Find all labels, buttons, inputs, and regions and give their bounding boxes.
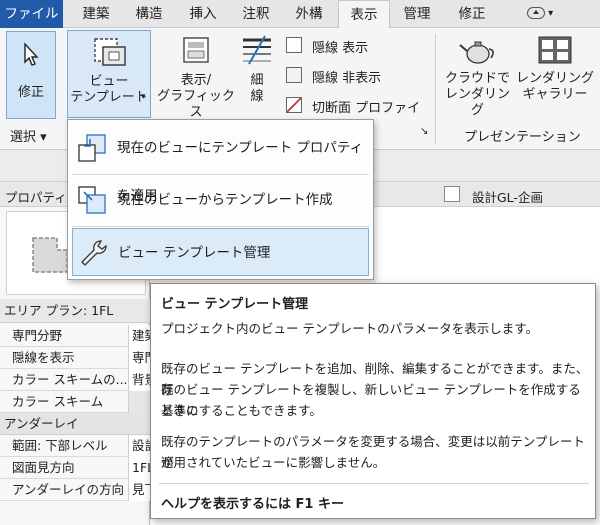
tooltip-paragraph-3-line-2: 適用されていたビューに影響しません。 [161, 455, 386, 470]
hidden-lines-show-icon [286, 37, 302, 53]
view-template-icon [94, 38, 126, 66]
prop-key: 専門分野 [12, 328, 63, 343]
render-gallery-button[interactable]: レンダリング ギャラリー [516, 32, 594, 118]
modify-button-label: 修正 [17, 85, 44, 100]
visibility-graphics-label-2: グラフィックス [157, 89, 235, 120]
prop-row-color-scheme[interactable]: カラー スキーム [0, 391, 158, 413]
teapot-icon [458, 41, 494, 64]
prop-row-plan-direction[interactable]: 図面見方向 1FL [0, 457, 158, 479]
remove-hidden-lines-button[interactable]: 隠線 非表示 [286, 66, 431, 86]
menu-item-label: 現在のビューからテンプレート作成 [117, 192, 333, 208]
ribbon-divider [435, 34, 436, 144]
select-label: 選択 [10, 130, 37, 145]
modify-button[interactable]: 修正 [6, 31, 56, 119]
tab-architecture[interactable]: 建築 [72, 0, 120, 28]
prop-key: カラー スキームの... [12, 372, 128, 387]
presentation-panel-label: プレゼンテーション [464, 130, 581, 145]
hidden-lines-hide-icon [286, 67, 302, 83]
tab-file[interactable]: ファイル [0, 0, 63, 28]
menu-item-manage-templates[interactable]: ビュー テンプレート管理 [72, 228, 369, 276]
wrench-icon [81, 240, 107, 266]
cloud-render-label-1: クラウドで [444, 71, 510, 86]
view-template-label-1: ビュー [89, 74, 129, 89]
menu-item-label: ビュー テンプレート管理 [118, 245, 271, 261]
cloud-render-button[interactable]: クラウドで レンダリング [440, 32, 515, 118]
create-template-icon [78, 186, 106, 214]
properties-title: プロパティ [5, 190, 67, 205]
menu-separator [72, 226, 369, 227]
tab-modify[interactable]: 修正 [448, 0, 496, 28]
tooltip-paragraph-2-line-3: 基準にすることもできます。 [161, 403, 322, 418]
select-panel-label[interactable]: 選択 ▾ [10, 126, 47, 145]
tab-site[interactable]: 外構 [286, 0, 332, 28]
view-tab-icon [444, 186, 460, 202]
view-template-menu: 現在のビューにテンプレート プロパティを適用 現在のビューからテンプレート作成 … [67, 119, 374, 280]
thin-lines-icon [243, 35, 271, 65]
visibility-graphics-label-1: 表示/ [180, 73, 212, 88]
ribbon-options-button[interactable]: ▾ [520, 6, 560, 22]
prop-key: 隠線を表示 [12, 350, 75, 365]
render-gallery-label-1: レンダリング [516, 71, 595, 86]
tab-structure[interactable]: 構造 [126, 0, 172, 28]
tab-manage[interactable]: 管理 [392, 0, 442, 28]
menu-item-apply-template[interactable]: 現在のビューにテンプレート プロパティを適用 [72, 124, 369, 204]
cloud-render-label-2: レンダリング [444, 87, 510, 118]
view-template-button[interactable]: ビュー テンプレート ▾ [67, 30, 151, 118]
show-hidden-lines-button[interactable]: 隠線 表示 [286, 36, 431, 56]
prop-key: 図面見方向 [12, 460, 75, 475]
menu-item-create-template[interactable]: 現在のビューからテンプレート作成 [72, 176, 369, 224]
prop-key: 範囲: 下部レベル [12, 438, 108, 453]
prop-group-underlay[interactable]: アンダーレイ [0, 413, 150, 435]
tab-view[interactable]: 表示 [338, 0, 390, 29]
thin-lines-button[interactable]: 細 線 [236, 32, 278, 118]
apply-template-icon [78, 134, 106, 162]
visibility-graphics-button[interactable]: 表示/ グラフィックス [156, 32, 236, 120]
prop-row-discipline[interactable]: 専門分野 建築 [0, 325, 158, 347]
prop-row-underlay-orientation[interactable]: アンダーレイの方向 見下 [0, 479, 158, 501]
tooltip: ビュー テンプレート管理 プロジェクト内のビュー テンプレートのパラメータを表示… [150, 283, 596, 519]
panel-launcher-icon[interactable]: ↘ [420, 126, 428, 137]
view-tab-label[interactable]: 設計GL-企画 [472, 187, 543, 206]
tooltip-title: ビュー テンプレート管理 [161, 297, 309, 312]
tab-insert[interactable]: 挿入 [179, 0, 227, 28]
tab-annotate[interactable]: 注釈 [233, 0, 279, 28]
cut-profile-button[interactable]: 切断面 プロファイル [286, 96, 431, 135]
visibility-graphics-icon [183, 37, 209, 63]
thin-lines-label-2: 線 [250, 89, 264, 104]
show-hidden-lines-label: 隠線 表示 [312, 41, 369, 56]
remove-hidden-lines-label: 隠線 非表示 [312, 71, 382, 86]
tooltip-separator [159, 483, 589, 484]
prop-row-underlay-range[interactable]: 範囲: 下部レベル 設計 [0, 435, 158, 457]
prop-key: カラー スキーム [12, 394, 104, 409]
tooltip-help-hint: ヘルプを表示するには F1 キー [161, 497, 344, 512]
view-template-label-2: テンプレート [70, 90, 148, 105]
type-selector[interactable]: エリア プラン: 1FL [0, 299, 150, 323]
cut-profile-icon [286, 97, 302, 113]
render-gallery-label-2: ギャラリー [522, 87, 588, 102]
cursor-arrow-icon [24, 42, 39, 66]
menu-separator [72, 174, 369, 175]
ribbon-tab-bar: ファイル 建築 構造 挿入 注釈 外構 表示 管理 修正 ▾ [0, 0, 600, 29]
prop-row-color-scheme-location[interactable]: カラー スキームの... 背景 [0, 369, 158, 391]
render-gallery-icon [538, 36, 572, 64]
tooltip-description: プロジェクト内のビュー テンプレートのパラメータを表示します。 [161, 321, 538, 336]
prop-row-show-hidden[interactable]: 隠線を表示 専門 [0, 347, 158, 369]
thin-lines-label-1: 細 [250, 73, 264, 88]
prop-key: アンダーレイの方向 [12, 482, 125, 497]
dropdown-arrow-icon: ▾ [141, 92, 146, 102]
